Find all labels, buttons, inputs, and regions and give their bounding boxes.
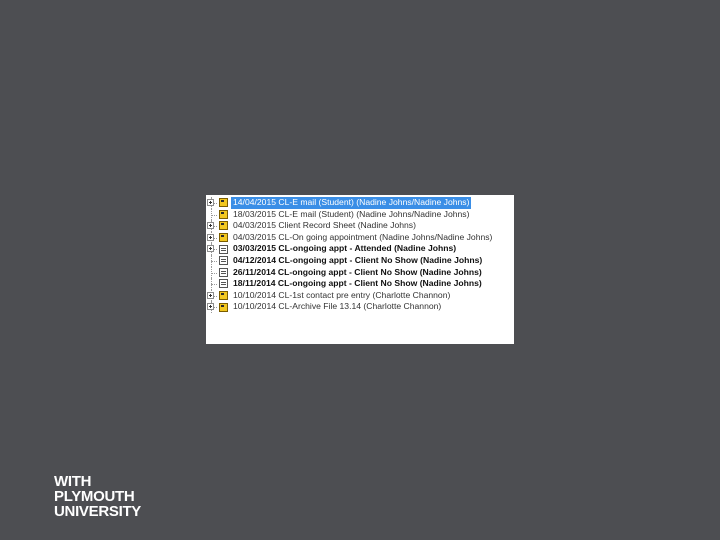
tree-item[interactable]: 26/11/2014 CL-ongoing appt - Client No S…: [206, 266, 514, 279]
folder-document-icon: [219, 233, 228, 243]
tree-connector: [206, 220, 219, 232]
tree-connector: [206, 289, 219, 302]
tree-connector: [206, 278, 219, 290]
tree-item-label: 10/10/2014 CL-Archive File 13.14 (Charlo…: [233, 301, 442, 312]
form-document-icon: [219, 279, 228, 289]
folder-document-icon: [219, 291, 228, 301]
tree-item-label: 04/12/2014 CL-ongoing appt - Client No S…: [233, 254, 483, 265]
logo-line-plymouth: PLYMOUTH: [54, 488, 135, 505]
tree-connector: [206, 231, 219, 244]
tree-item[interactable]: 04/03/2015 CL-On going appointment (Nadi…: [206, 231, 514, 244]
tree-item-label: 18/03/2015 CL-E mail (Student) (Nadine J…: [233, 208, 470, 219]
tree-connector: [206, 197, 219, 209]
tree-item-label: 04/03/2015 Client Record Sheet (Nadine J…: [233, 220, 416, 231]
tree-item-label: 10/10/2014 CL-1st contact pre entry (Cha…: [233, 289, 451, 300]
tree-connector: [206, 301, 219, 313]
expand-icon[interactable]: [207, 222, 214, 230]
expand-icon[interactable]: [207, 303, 214, 311]
tree-item-label: 26/11/2014 CL-ongoing appt - Client No S…: [233, 266, 482, 277]
tree-item-label: 14/04/2015 CL-E mail (Student) (Nadine J…: [231, 197, 472, 209]
logo-line-with: WITH: [54, 473, 92, 490]
expand-icon[interactable]: [207, 199, 214, 206]
expand-icon[interactable]: [207, 233, 214, 241]
tree-item[interactable]: 03/03/2015 CL-ongoing appt - Attended (N…: [206, 243, 514, 255]
university-logo: WITH PLYMOUTH UNIVERSITY: [54, 474, 141, 519]
folder-document-icon: [219, 209, 228, 219]
tree-item-label: 04/03/2015 CL-On going appointment (Nadi…: [233, 231, 493, 242]
expand-icon[interactable]: [207, 245, 214, 253]
tree-connector: [206, 266, 219, 279]
folder-document-icon: [219, 198, 228, 208]
tree-item[interactable]: 04/12/2014 CL-ongoing appt - Client No S…: [206, 254, 514, 267]
tree-connector: [206, 208, 219, 221]
form-document-icon: [219, 256, 228, 266]
tree-item[interactable]: 14/04/2015 CL-E mail (Student) (Nadine J…: [206, 197, 514, 209]
tree-item[interactable]: 18/11/2014 CL-ongoing appt - Client No S…: [206, 278, 514, 290]
tree-item-label: 03/03/2015 CL-ongoing appt - Attended (N…: [233, 243, 457, 254]
form-document-icon: [219, 244, 228, 254]
folder-document-icon: [219, 221, 228, 231]
tree-item[interactable]: 10/10/2014 CL-1st contact pre entry (Cha…: [206, 289, 514, 302]
tree-connector: [206, 243, 219, 255]
logo-line-university: UNIVERSITY: [54, 503, 142, 520]
tree-item[interactable]: 04/03/2015 Client Record Sheet (Nadine J…: [206, 220, 514, 232]
tree-item[interactable]: 10/10/2014 CL-Archive File 13.14 (Charlo…: [206, 301, 514, 313]
tree-item-label: 18/11/2014 CL-ongoing appt - Client No S…: [233, 278, 482, 289]
tree-item[interactable]: 18/03/2015 CL-E mail (Student) (Nadine J…: [206, 208, 514, 221]
expand-icon[interactable]: [207, 291, 214, 299]
form-document-icon: [219, 267, 228, 277]
folder-document-icon: [219, 302, 228, 312]
tree-connector: [206, 254, 219, 267]
document-tree-panel: 14/04/2015 CL-E mail (Student) (Nadine J…: [206, 195, 514, 344]
